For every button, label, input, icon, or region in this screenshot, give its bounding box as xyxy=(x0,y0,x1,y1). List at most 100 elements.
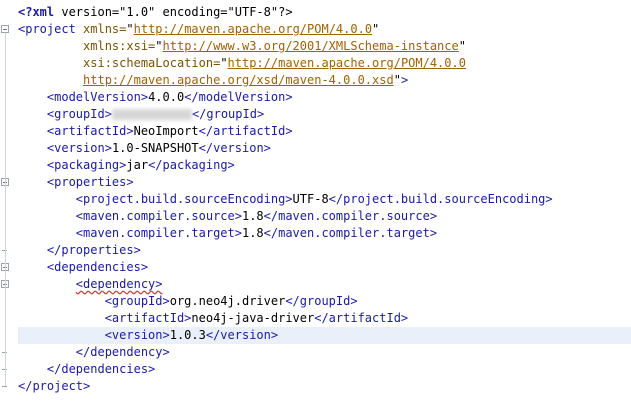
xml-tag: </dependencies> xyxy=(46,362,156,376)
code-text: org.neo4j.driver xyxy=(169,294,286,308)
xml-tag: <version> xyxy=(46,141,112,155)
code-line[interactable]: <artifactId>NeoImport</artifactId> xyxy=(18,123,631,140)
xml-tag: <version> xyxy=(104,328,170,342)
code-line[interactable]: <maven.compiler.target>1.8</maven.compil… xyxy=(18,225,631,242)
code-text: 1.8 xyxy=(241,209,264,223)
fold-guide-line xyxy=(5,33,6,386)
xml-tag: <maven.compiler.target> xyxy=(75,226,242,240)
xml-tag: </version> xyxy=(198,141,271,155)
code-text: 1.0.3 xyxy=(169,328,206,342)
xml-attribute: xsi:schemaLocation= xyxy=(83,56,221,70)
code-line-current[interactable]: <version>1.0.3</version> xyxy=(18,327,631,344)
xml-tag: </project> xyxy=(18,379,91,393)
code-text: " xyxy=(155,39,163,53)
fold-gutter xyxy=(0,0,18,405)
code-line[interactable]: <dependency> xyxy=(18,276,631,293)
xml-tag: <groupId> xyxy=(104,294,170,308)
fold-collapse-icon[interactable] xyxy=(1,25,9,33)
xml-tag: <dependency> xyxy=(75,277,163,291)
xml-tag: </properties> xyxy=(46,243,141,257)
url-link[interactable]: http://maven.apache.org/POM/4.0.0 xyxy=(134,22,372,36)
code-line[interactable]: <version>1.0-SNAPSHOT</version> xyxy=(18,140,631,157)
code-line[interactable]: </properties> xyxy=(18,242,631,259)
code-text: neo4j-java-driver xyxy=(191,311,315,325)
url-link[interactable]: http://maven.apache.org/xsd/maven-4.0.0.… xyxy=(83,73,394,87)
code-text: " xyxy=(393,73,401,87)
code-text: " xyxy=(458,39,466,53)
xml-attribute: xmlns:xsi= xyxy=(83,39,156,53)
code-text: " xyxy=(220,56,228,70)
xml-tag: <modelVersion> xyxy=(46,90,149,104)
code-lines: <?xml version="1.0" encoding="UTF-8"?> <p… xyxy=(18,4,631,395)
xml-tag: </packaging> xyxy=(148,158,235,172)
code-line[interactable]: <artifactId>neo4j-java-driver</artifactI… xyxy=(18,310,631,327)
redacted-group-id xyxy=(111,109,192,120)
code-line[interactable]: </dependencies> xyxy=(18,361,631,378)
xml-tag: <dependencies> xyxy=(46,260,149,274)
fold-end-marker[interactable] xyxy=(2,386,7,387)
xml-tag: <artifactId> xyxy=(46,124,134,138)
xml-tag: <artifactId> xyxy=(104,311,192,325)
code-line[interactable]: <?xml version="1.0" encoding="UTF-8"?> xyxy=(18,4,631,21)
code-line[interactable]: <packaging>jar</packaging> xyxy=(18,157,631,174)
xml-tag: </artifactId> xyxy=(198,124,293,138)
xml-tag: </groupId> xyxy=(191,107,265,121)
xml-tag: <project.build.sourceEncoding> xyxy=(75,192,293,206)
code-line[interactable]: <groupId> </groupId> xyxy=(18,106,631,123)
code-text: 4.0.0 xyxy=(148,90,185,104)
code-text: NeoImport xyxy=(133,124,199,138)
code-line[interactable]: http://maven.apache.org/xsd/maven-4.0.0.… xyxy=(18,72,631,89)
code-line[interactable]: </project> xyxy=(18,378,631,395)
code-text: version="1.0" encoding="UTF-8"?> xyxy=(54,5,293,19)
code-text: jar xyxy=(126,158,149,172)
code-line[interactable]: xsi:schemaLocation="http://maven.apache.… xyxy=(18,55,631,72)
code-line[interactable]: <maven.compiler.source>1.8</maven.compil… xyxy=(18,208,631,225)
xml-tag: <project xyxy=(18,22,84,36)
code-line[interactable]: <modelVersion>4.0.0</modelVersion> xyxy=(18,89,631,106)
code-line[interactable]: <dependencies> xyxy=(18,259,631,276)
code-text: <?xml xyxy=(18,5,55,19)
xml-tag: </groupId> xyxy=(285,294,358,308)
url-link[interactable]: http://www.w3.org/2001/XMLSchema-instanc… xyxy=(163,39,459,53)
code-line[interactable]: <project xmlns="http://maven.apache.org/… xyxy=(18,21,631,38)
code-line[interactable]: <properties> xyxy=(18,174,631,191)
xml-tag: <maven.compiler.source> xyxy=(75,209,242,223)
code-line[interactable]: xmlns:xsi="http://www.w3.org/2001/XMLSch… xyxy=(18,38,631,55)
code-line[interactable]: <groupId>org.neo4j.driver</groupId> xyxy=(18,293,631,310)
xml-tag: </project.build.sourceEncoding> xyxy=(328,192,553,206)
xml-tag: <groupId> xyxy=(46,107,112,121)
url-link[interactable]: http://maven.apache.org/POM/4.0.0 xyxy=(228,56,466,70)
code-text: " xyxy=(126,22,134,36)
xml-code-editor[interactable]: <?xml version="1.0" encoding="UTF-8"?> <p… xyxy=(0,0,631,405)
code-line[interactable]: <project.build.sourceEncoding>UTF-8</pro… xyxy=(18,191,631,208)
xml-tag: <packaging> xyxy=(46,158,127,172)
code-text: UTF-8 xyxy=(292,192,329,206)
xml-tag: </version> xyxy=(205,328,279,342)
code-text: 1.0-SNAPSHOT xyxy=(111,141,199,155)
code-text: " xyxy=(372,22,380,36)
xml-tag: </maven.compiler.target> xyxy=(263,226,438,240)
xml-tag: <properties> xyxy=(46,175,134,189)
code-line[interactable]: </dependency> xyxy=(18,344,631,361)
xml-tag: </dependency> xyxy=(75,345,170,359)
xml-tag: </maven.compiler.source> xyxy=(263,209,438,223)
xml-tag: </artifactId> xyxy=(314,311,409,325)
